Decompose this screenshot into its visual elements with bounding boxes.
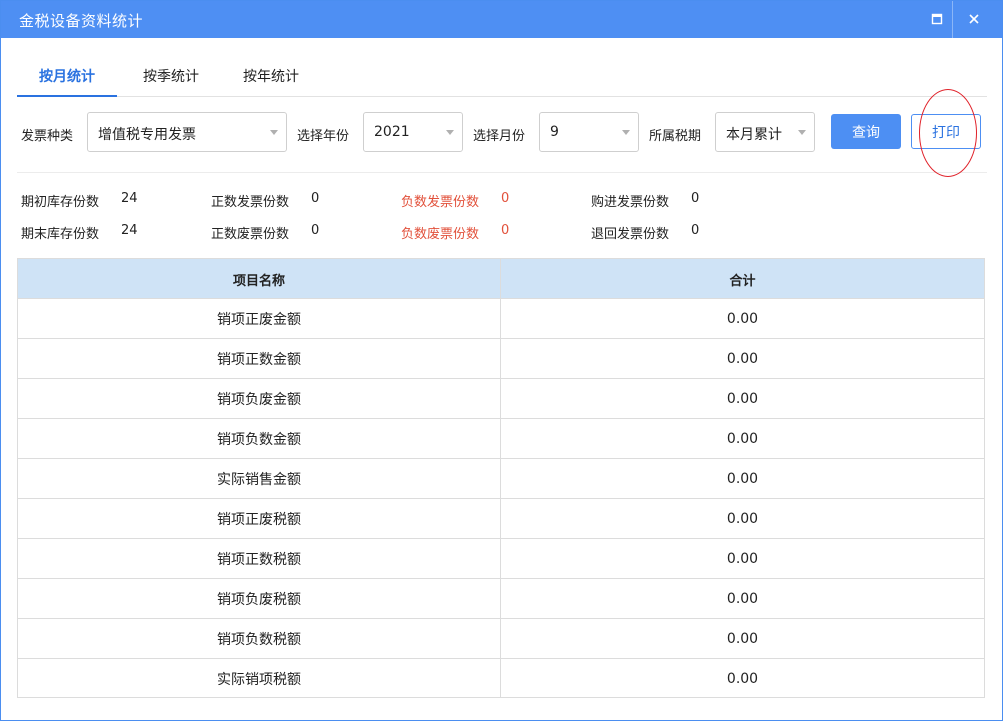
stat-label: 负数废票份数 [401, 227, 480, 242]
row-item-name: 销项正数金额 [217, 351, 301, 368]
tab-monthly[interactable]: 按月统计 [17, 57, 117, 97]
title-separator [952, 1, 953, 38]
row-item-name: 销项负废金额 [217, 391, 301, 408]
row-item-name: 销项负数金额 [217, 431, 301, 448]
maximize-button[interactable] [921, 4, 953, 34]
row-total: 0.00 [726, 510, 759, 527]
row-total: 0.00 [726, 630, 759, 647]
tax-period-label: 所属税期 [649, 129, 702, 144]
chevron-down-icon [622, 130, 630, 135]
row-item-name: 销项正数税额 [217, 551, 301, 568]
year-label: 选择年份 [297, 129, 350, 144]
stat-closing-stock: 期末库存份数 24 [21, 223, 138, 242]
close-icon [969, 14, 979, 24]
stat-value: 0 [501, 223, 510, 238]
table-row[interactable]: 销项负废税额 0.00 [18, 578, 984, 618]
stat-label: 正数发票份数 [211, 195, 290, 210]
tab-bar: 按月统计 按季统计 按年统计 [17, 57, 987, 97]
table-row[interactable]: 销项正数税额 0.00 [18, 538, 984, 578]
stat-value: 24 [121, 223, 138, 238]
row-total: 0.00 [726, 670, 759, 687]
close-button[interactable] [958, 4, 990, 34]
stat-value: 0 [311, 223, 320, 238]
table-row[interactable]: 销项负数金额 0.00 [18, 418, 984, 458]
table-row[interactable]: 实际销项税额 0.00 [18, 658, 984, 698]
row-total: 0.00 [726, 590, 759, 607]
table-row[interactable]: 销项正废金额 0.00 [18, 298, 984, 338]
row-item-name: 实际销项税额 [217, 671, 301, 688]
tab-yearly[interactable]: 按年统计 [221, 57, 321, 97]
chevron-down-icon [270, 130, 278, 135]
title-bar: 金税设备资料统计 [1, 1, 1002, 38]
table-row[interactable]: 实际销售金额 0.00 [18, 458, 984, 498]
stat-value: 0 [691, 223, 700, 238]
stat-purchased-invoices: 购进发票份数 0 [591, 191, 699, 210]
table-row[interactable]: 销项正废税额 0.00 [18, 498, 984, 538]
invoice-type-label: 发票种类 [21, 129, 74, 144]
month-label: 选择月份 [473, 129, 526, 144]
row-total: 0.00 [726, 310, 759, 327]
stat-negative-invoices: 负数发票份数 0 [401, 191, 509, 210]
row-item-name: 销项正废税额 [217, 511, 301, 528]
stat-value: 24 [121, 191, 138, 206]
maximize-icon [931, 13, 943, 25]
tab-quarterly[interactable]: 按季统计 [121, 57, 221, 97]
stat-label: 期末库存份数 [21, 227, 100, 242]
row-total: 0.00 [726, 350, 759, 367]
row-total: 0.00 [726, 390, 759, 407]
tax-period-value: 本月累计 [726, 127, 782, 143]
stat-label: 正数废票份数 [211, 227, 290, 242]
summary-table: 项目名称 合计 销项正废金额 0.00 销项正数金额 0.00 销项负废金额 0… [17, 258, 985, 698]
stat-label: 退回发票份数 [591, 227, 670, 242]
year-value: 2021 [374, 124, 410, 140]
filter-bar: 发票种类 增值税专用发票 选择年份 2021 选择月份 9 所属税期 本月累计 … [17, 111, 987, 173]
stat-value: 0 [311, 191, 320, 206]
stat-opening-stock: 期初库存份数 24 [21, 191, 138, 210]
stat-positive-voided: 正数废票份数 0 [211, 223, 319, 242]
stat-value: 0 [501, 191, 510, 206]
column-divider [500, 259, 501, 697]
invoice-type-select[interactable]: 增值税专用发票 [87, 112, 287, 152]
tax-period-select[interactable]: 本月累计 [715, 112, 815, 152]
stat-label: 购进发票份数 [591, 195, 670, 210]
year-select[interactable]: 2021 [363, 112, 463, 152]
print-button[interactable]: 打印 [911, 114, 981, 149]
chevron-down-icon [446, 130, 454, 135]
row-item-name: 销项负数税额 [217, 631, 301, 648]
table-row[interactable]: 销项负废金额 0.00 [18, 378, 984, 418]
column-header-total: 合计 [729, 273, 756, 289]
table-row[interactable]: 销项负数税额 0.00 [18, 618, 984, 658]
chevron-down-icon [798, 130, 806, 135]
stat-returned-invoices: 退回发票份数 0 [591, 223, 699, 242]
stat-label: 期初库存份数 [21, 195, 100, 210]
stat-positive-invoices: 正数发票份数 0 [211, 191, 319, 210]
table-row[interactable]: 销项正数金额 0.00 [18, 338, 984, 378]
row-total: 0.00 [726, 430, 759, 447]
row-item-name: 销项负废税额 [217, 591, 301, 608]
stats-panel: 期初库存份数 24 正数发票份数 0 负数发票份数 0 购进发票份数 0 期末库… [21, 191, 981, 247]
row-total: 0.00 [726, 550, 759, 567]
table-header: 项目名称 合计 [18, 259, 984, 299]
stat-negative-voided: 负数废票份数 0 [401, 223, 509, 242]
stat-label: 负数发票份数 [401, 195, 480, 210]
row-item-name: 实际销售金额 [217, 471, 301, 488]
row-total: 0.00 [726, 470, 759, 487]
window: 金税设备资料统计 按月统计 按季统计 按年统计 发票种类 增值税专用发票 选择年… [0, 0, 1003, 721]
stat-value: 0 [691, 191, 700, 206]
month-select[interactable]: 9 [539, 112, 639, 152]
window-title: 金税设备资料统计 [19, 12, 144, 30]
query-button[interactable]: 查询 [831, 114, 901, 149]
invoice-type-value: 增值税专用发票 [98, 127, 196, 143]
row-item-name: 销项正废金额 [217, 311, 301, 328]
column-header-item: 项目名称 [232, 273, 285, 289]
month-value: 9 [550, 124, 559, 140]
